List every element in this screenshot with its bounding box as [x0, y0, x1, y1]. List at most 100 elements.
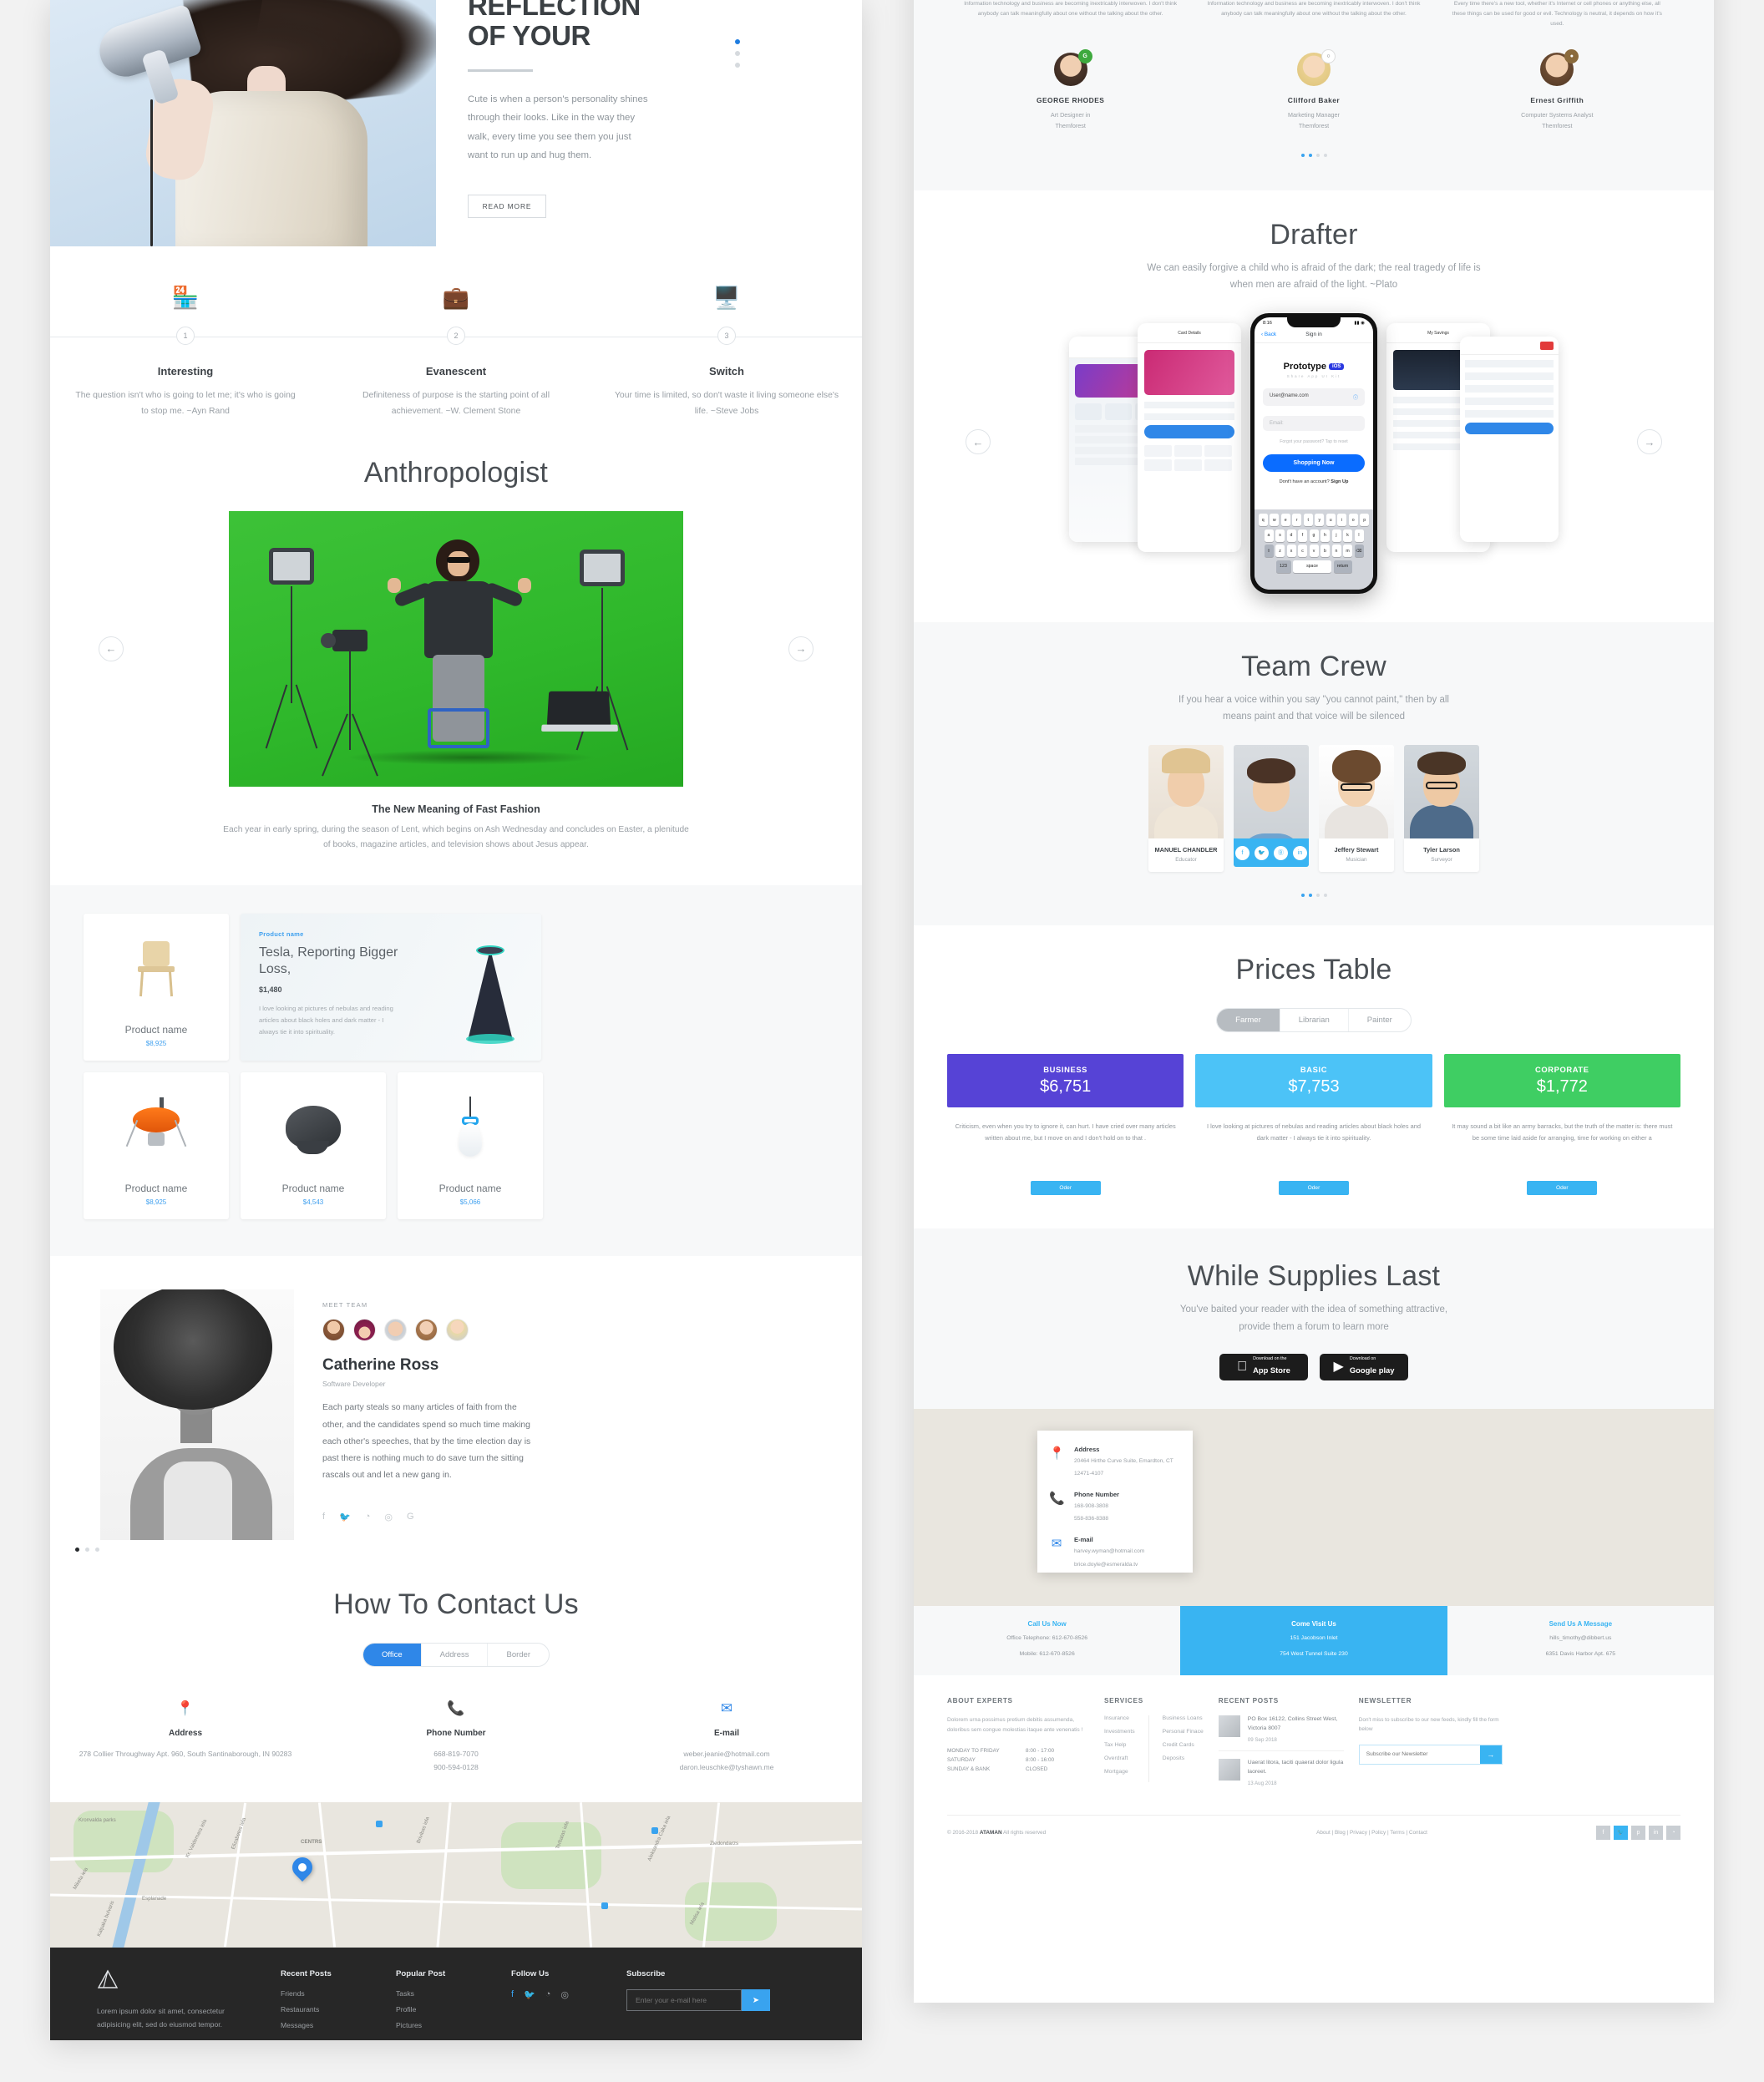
tier-order-button[interactable]: Oder: [1030, 1181, 1101, 1196]
avatar[interactable]: [415, 1319, 438, 1342]
avatar[interactable]: [322, 1319, 345, 1342]
crew-dot-2[interactable]: [1308, 894, 1312, 898]
contact-bar-visit[interactable]: Come Visit Us 151 Jacobson Inlet 754 Wes…: [1180, 1605, 1447, 1676]
facebook-icon[interactable]: f: [322, 1512, 325, 1522]
google-icon[interactable]: G: [407, 1512, 414, 1522]
footer-link[interactable]: Tasks: [396, 1989, 483, 1998]
product-card[interactable]: Product name $8,925: [84, 1072, 229, 1220]
testimonial-dot-4[interactable]: [1323, 153, 1327, 157]
tab-office[interactable]: Office: [362, 1643, 422, 1666]
service-link[interactable]: Investments: [1104, 1729, 1135, 1735]
twitter-icon[interactable]: 🐦: [1255, 845, 1269, 860]
map-right[interactable]: Kronvalda parks Elizabetes iela Brivibas…: [914, 1408, 1714, 1606]
product-card[interactable]: Product name $5,066: [398, 1072, 543, 1220]
phone-email-field[interactable]: Email:: [1263, 416, 1365, 432]
facebook-icon[interactable]: f: [511, 1989, 514, 2000]
crew-member[interactable]: MANUEL CHANDLER Educator: [1148, 745, 1224, 873]
drafter-next-button[interactable]: →: [1637, 429, 1662, 455]
facebook-icon[interactable]: f: [1596, 1825, 1610, 1840]
crew-member-hovered[interactable]: f 🐦 Ⓑ in: [1234, 745, 1309, 872]
hero-dot-1[interactable]: [735, 39, 740, 44]
team-slider-dots[interactable]: [75, 1547, 812, 1552]
service-link[interactable]: Mortgage: [1104, 1769, 1135, 1775]
map-pin[interactable]: [288, 1853, 317, 1882]
phone-cta-button[interactable]: Shopping Now: [1263, 454, 1365, 473]
phone-signup-link[interactable]: Sign Up: [1331, 479, 1348, 484]
team-dot-2[interactable]: [85, 1547, 89, 1552]
product-card[interactable]: Product name $4,543: [241, 1072, 386, 1220]
team-avatars[interactable]: [322, 1319, 812, 1342]
phone-forgot-link[interactable]: Forgot your password? Tap to reset: [1255, 439, 1373, 444]
subscribe-input[interactable]: [626, 1989, 742, 2012]
footer-link[interactable]: Friends: [281, 1989, 368, 1998]
team-dot-3[interactable]: [95, 1547, 99, 1552]
tab-address[interactable]: Address: [422, 1643, 489, 1666]
contact-tabs[interactable]: Office Address Border: [362, 1642, 550, 1667]
crew-member-socials[interactable]: f 🐦 Ⓑ in: [1234, 838, 1309, 868]
contact-bar-message[interactable]: Send Us A Message hills_timothy@dibbert.…: [1447, 1606, 1714, 1675]
testimonial-dot-3[interactable]: [1315, 153, 1320, 157]
team-member-socials[interactable]: f 🐦 ◔ ◎ G: [322, 1512, 812, 1522]
hero-slider-dots[interactable]: [735, 39, 740, 68]
phone-back-button[interactable]: ‹ Back: [1261, 332, 1276, 337]
phone-username-field[interactable]: User@name.com ⓘ: [1263, 388, 1365, 407]
team-dot-1[interactable]: [75, 1547, 79, 1552]
read-more-button[interactable]: READ MORE: [468, 195, 546, 219]
key-return[interactable]: return: [1333, 560, 1352, 573]
app-store-button[interactable]:  Download on the App Store: [1219, 1353, 1308, 1380]
key-123[interactable]: 123: [1275, 560, 1291, 573]
footer-links[interactable]: About | Blog | Privacy | Policy | Terms …: [1148, 1830, 1596, 1836]
drafter-prev-button[interactable]: ←: [966, 429, 991, 455]
twitter-icon[interactable]: 🐦: [1614, 1825, 1628, 1840]
facebook-icon[interactable]: f: [1235, 845, 1250, 860]
testimonial-dot-1[interactable]: [1300, 153, 1305, 157]
contact-bar-call[interactable]: Call Us Now Office Telephone: 612-670-85…: [914, 1606, 1180, 1675]
crew-dot-1[interactable]: [1300, 894, 1305, 898]
service-link[interactable]: Insurance: [1104, 1715, 1135, 1721]
tab-painter[interactable]: Painter: [1349, 1009, 1411, 1031]
tier-order-button[interactable]: Oder: [1278, 1181, 1349, 1196]
prices-tabs[interactable]: Farmer Librarian Painter: [1216, 1008, 1412, 1033]
phone-keyboard[interactable]: qwertyuiop asdfghjkl ⇧ z x c v b n m ⌫ 123 space r…: [1255, 509, 1373, 590]
crew-dot-4[interactable]: [1323, 894, 1327, 898]
rss-icon[interactable]: ◔: [365, 1512, 371, 1522]
product-card[interactable]: Product name $8,925: [84, 914, 229, 1061]
phone-signup-row[interactable]: Dont't have an account? Sign Up: [1255, 479, 1373, 484]
footer-link[interactable]: Pictures: [396, 2021, 483, 2029]
newsletter-input[interactable]: [1359, 1745, 1480, 1764]
recent-post-item[interactable]: PO Box 16122, Collins Street West, Victo…: [1218, 1715, 1344, 1751]
footer-link[interactable]: Messages: [281, 2021, 368, 2029]
hero-dot-3[interactable]: [735, 63, 740, 68]
instagram-icon[interactable]: ◎: [384, 1512, 393, 1522]
linkedin-icon[interactable]: in: [1649, 1825, 1663, 1840]
service-link[interactable]: Business Loans: [1163, 1715, 1204, 1721]
service-link[interactable]: Overdraft: [1104, 1755, 1135, 1761]
crew-dots[interactable]: [914, 894, 1714, 898]
rss-icon[interactable]: ◔: [545, 1989, 551, 2000]
footer-link[interactable]: Restaurants: [281, 2005, 368, 2014]
key-space[interactable]: space: [1293, 560, 1331, 573]
avatar[interactable]: [353, 1319, 376, 1342]
crew-member[interactable]: Jeffery Stewart Musician: [1319, 745, 1394, 873]
pinterest-icon[interactable]: p: [1631, 1825, 1645, 1840]
rss-icon[interactable]: ◔: [1666, 1825, 1680, 1840]
service-link[interactable]: Tax Help: [1104, 1742, 1135, 1748]
tier-order-button[interactable]: Oder: [1527, 1181, 1598, 1196]
newsletter-submit-button[interactable]: →: [1479, 1745, 1502, 1764]
recent-post-item[interactable]: Uaerat litora, taciti quaerat dolor ligu…: [1218, 1758, 1344, 1794]
info-icon[interactable]: ⓘ: [1353, 393, 1358, 401]
hero-dot-2[interactable]: [735, 51, 740, 56]
avatar[interactable]: [384, 1319, 407, 1342]
crew-member[interactable]: Tyler Larson Surveyor: [1404, 745, 1479, 873]
service-link[interactable]: Credit Cards: [1163, 1742, 1204, 1748]
twitter-icon[interactable]: 🐦: [524, 1989, 535, 2000]
crew-dot-3[interactable]: [1315, 894, 1320, 898]
footer-link[interactable]: Profile: [396, 2005, 483, 2014]
featured-product-card[interactable]: Product name Tesla, Reporting Bigger Los…: [241, 914, 541, 1061]
tab-border[interactable]: Border: [488, 1644, 549, 1666]
avatar[interactable]: [446, 1319, 469, 1342]
tab-librarian[interactable]: Librarian: [1280, 1009, 1349, 1032]
footer-social-buttons[interactable]: f 🐦 p in ◔: [1596, 1825, 1680, 1840]
twitter-icon[interactable]: 🐦: [339, 1512, 351, 1522]
service-link[interactable]: Personal Finace: [1163, 1729, 1204, 1735]
